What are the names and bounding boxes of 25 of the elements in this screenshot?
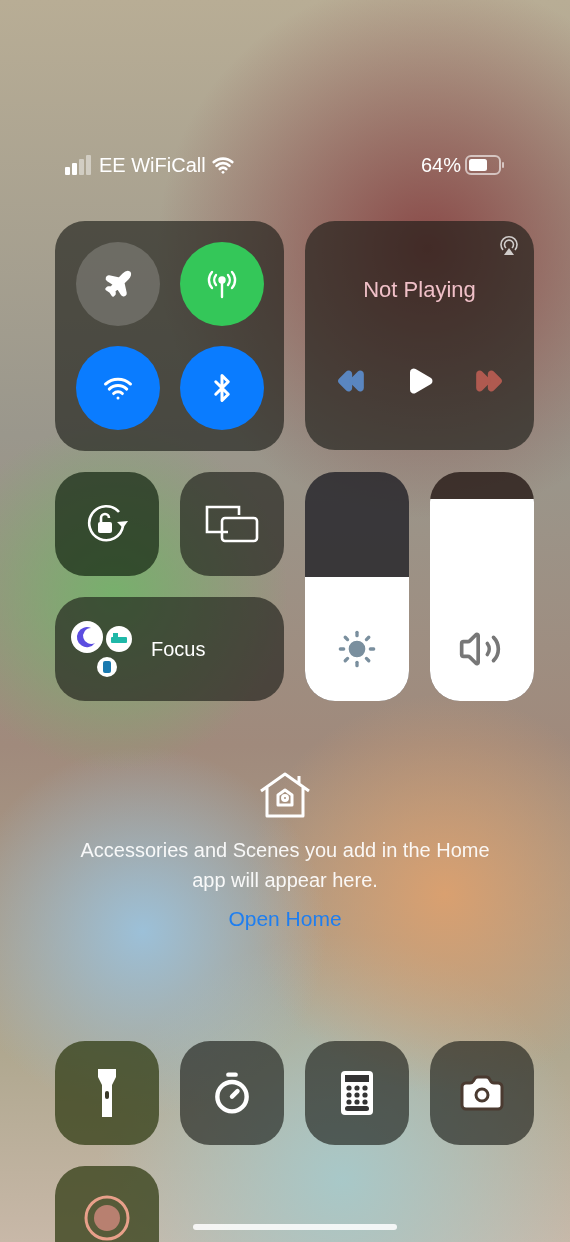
orientation-lock-button[interactable]	[55, 472, 159, 576]
battery-percentage: 64%	[420, 153, 461, 178]
battery-icon	[465, 155, 505, 175]
home-icon	[258, 771, 312, 819]
now-playing-title: Not Playing	[363, 276, 476, 304]
airplay-icon[interactable]	[498, 235, 520, 257]
record-icon	[83, 1194, 131, 1242]
wifi-icon	[211, 154, 234, 176]
home-empty-message: Accessories and Scenes you add in the Home app will appear here.	[79, 838, 491, 893]
screen-mirroring-button[interactable]	[180, 472, 284, 576]
flashlight-icon	[96, 1067, 118, 1119]
camera-button[interactable]	[430, 1041, 534, 1145]
timer-button[interactable]	[180, 1041, 284, 1145]
calculator-icon	[340, 1070, 374, 1116]
calculator-button[interactable]	[305, 1041, 409, 1145]
flashlight-button[interactable]	[55, 1041, 159, 1145]
airplane-icon	[103, 269, 133, 299]
signal-icon	[65, 155, 93, 175]
screen-mirroring-icon	[204, 504, 260, 544]
carrier-name: EE WiFiCall	[99, 153, 206, 178]
brightness-slider[interactable]	[305, 472, 409, 701]
screen-recording-button[interactable]	[55, 1166, 159, 1242]
rewind-icon[interactable]	[336, 367, 365, 395]
brightness-icon	[337, 629, 377, 669]
focus-button[interactable]: Focus	[55, 597, 284, 701]
